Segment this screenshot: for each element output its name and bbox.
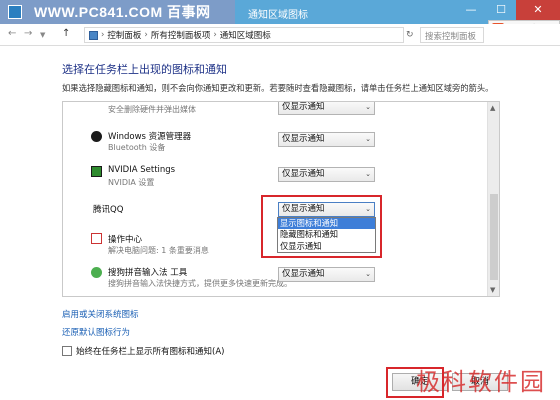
window-controls: — ☐ ✕ [456,0,560,22]
list-item: Windows 资源管理器 Bluetooth 设备 仅显示通知 ⌄ [63,126,488,160]
item-name: 操作中心 [108,235,143,245]
breadcrumb-control-panel[interactable]: 控制面板 [107,29,141,41]
address-bar[interactable]: › 控制面板 › 所有控制面板项 › 通知区域图标 [84,27,404,43]
item-description: 安全删除硬件并弹出媒体 [108,105,196,114]
recent-dropdown-icon[interactable]: ▼ [40,31,45,39]
nvidia-icon [91,166,102,177]
close-button[interactable]: ✕ [516,0,560,20]
always-show-checkbox[interactable] [62,346,72,356]
item-description: 解决电脑问题: 1 条重要消息 [108,246,209,255]
system-icons-link[interactable]: 启用或关闭系统图标 [62,308,139,320]
always-show-label: 始终在任务栏上显示所有图标和通知(A) [76,347,225,357]
breadcrumb-notification-icons[interactable]: 通知区域图标 [220,29,271,41]
behavior-select[interactable]: 仅显示通知 ⌄ [278,167,375,182]
list-scrollbar[interactable]: ▲ ▼ [487,102,499,296]
breadcrumb-all-items[interactable]: 所有控制面板项 [151,29,211,41]
item-name: 搜狗拼音输入法 工具 [108,268,188,278]
page-title: 选择在任务栏上出现的图标和通知 [62,63,227,76]
forward-button[interactable]: → [24,28,32,39]
scroll-down-icon[interactable]: ▼ [490,286,495,294]
chevron-down-icon: ⌄ [365,270,371,278]
item-description: Bluetooth 设备 [108,143,166,152]
flag-icon [91,233,102,244]
window-title: 通知区域图标 [248,10,308,21]
item-description: 搜狗拼音输入法快捷方式，提供更多快速更新完成。 [108,279,292,288]
page-description: 如果选择隐藏图标和通知，则不会向你通知更改和更新。若要随时查看隐藏图标，请单击任… [62,83,494,93]
item-name: 腾讯QQ [93,205,124,215]
behavior-select[interactable]: 仅显示通知 ⌄ [278,102,375,115]
list-item: 搜狗拼音输入法 工具 搜狗拼音输入法快捷方式，提供更多快速更新完成。 仅显示通知… [63,262,488,296]
scroll-up-icon[interactable]: ▲ [490,104,495,112]
item-description: NVIDIA 设置 [108,178,155,187]
app-icon [8,5,22,19]
navigation-bar: ← → ▼ ↑ › 控制面板 › 所有控制面板项 › 通知区域图标 ↻ 搜索控制… [0,24,560,46]
maximize-button[interactable]: ☐ [486,0,516,20]
title-bar: WWW.PC841.COM 百事网 通知区域图标 — ☐ ✕ [0,0,560,24]
item-name: Windows 资源管理器 [108,132,192,142]
behavior-select[interactable]: 仅显示通知 ⌄ [278,132,375,147]
behavior-select[interactable]: 仅显示通知 ⌄ [278,267,375,282]
search-input[interactable]: 搜索控制面板 [420,27,484,43]
restore-default-link[interactable]: 还原默认图标行为 [62,326,130,338]
main-content: 选择在任务栏上出现的图标和通知 如果选择隐藏图标和通知，则不会向你通知更改和更新… [0,46,560,400]
chevron-down-icon: ⌄ [365,103,371,111]
item-name: NVIDIA Settings [108,165,176,175]
up-button[interactable]: ↑ [62,28,70,39]
chevron-down-icon: ⌄ [365,135,371,143]
back-button[interactable]: ← [8,28,16,39]
sogou-tool-icon [91,267,102,278]
highlight-box [261,195,382,258]
scroll-thumb[interactable] [490,194,498,280]
minimize-button[interactable]: — [456,0,486,20]
site-watermark: WWW.PC841.COM 百事网 [34,4,211,20]
refresh-icon[interactable]: ↻ [406,30,414,40]
bluetooth-icon [91,131,102,142]
site-watermark-stamp: 极科软件园 [416,368,546,396]
chevron-down-icon: ⌄ [365,170,371,178]
control-panel-icon [89,30,98,40]
list-item: 安全删除硬件并弹出媒体 仅显示通知 ⌄ [63,102,488,126]
list-item: NVIDIA Settings NVIDIA 设置 仅显示通知 ⌄ [63,161,488,195]
